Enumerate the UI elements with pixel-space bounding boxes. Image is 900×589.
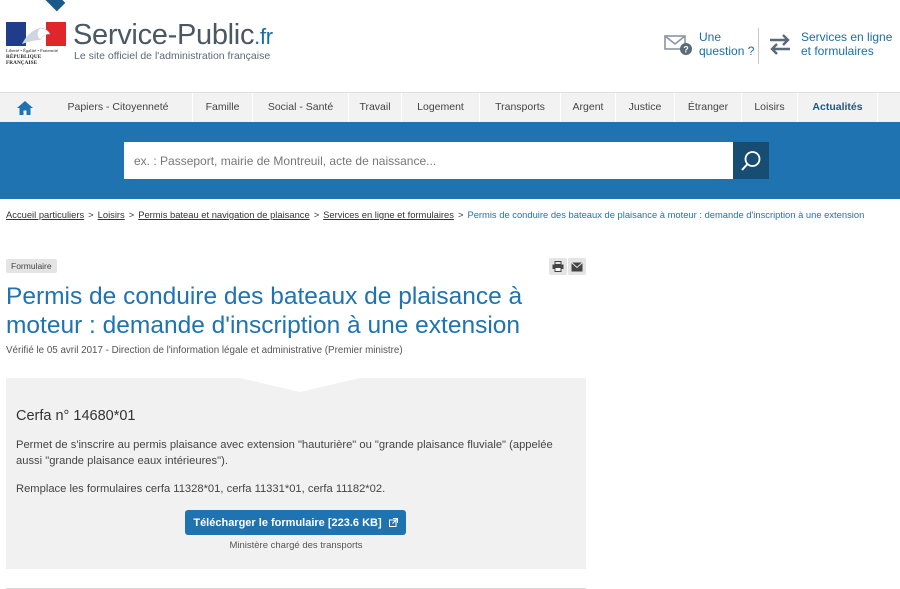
services-line1: Services en ligne <box>801 30 893 44</box>
site-name-tld: .fr <box>254 24 273 49</box>
print-button[interactable] <box>549 258 567 275</box>
breadcrumb-current: Permis de conduire des bateaux de plaisa… <box>467 209 865 220</box>
breadcrumb-link-loisirs[interactable]: Loisirs <box>98 209 125 220</box>
card-notch <box>240 378 360 392</box>
main-nav: Papiers - Citoyenneté Famille Social - S… <box>0 92 900 122</box>
search-icon <box>741 150 761 171</box>
breadcrumb-separator: > <box>88 209 94 220</box>
nav-items: Papiers - Citoyenneté Famille Social - S… <box>44 93 878 122</box>
republique-label: RÉPUBLIQUE FRANÇAISE <box>6 54 42 66</box>
email-button[interactable] <box>568 258 586 275</box>
cerfa-number: Cerfa n° 14680*01 <box>16 408 136 424</box>
nav-item-etranger[interactable]: Étranger <box>675 93 742 122</box>
services-label: Services en ligne et formulaires <box>801 30 892 58</box>
nav-item-loisirs[interactable]: Loisirs <box>742 93 798 122</box>
nav-item-argent[interactable]: Argent <box>561 93 616 122</box>
nav-item-actualites[interactable]: Actualités <box>798 93 878 122</box>
swap-arrows-icon <box>766 32 794 59</box>
flag-icon <box>6 22 66 46</box>
nav-item-logement[interactable]: Logement <box>402 93 480 122</box>
breadcrumb-link-accueil[interactable]: Accueil particuliers <box>6 209 84 220</box>
nav-item-papiers[interactable]: Papiers - Citoyenneté <box>44 93 193 122</box>
print-icon <box>552 261 564 272</box>
page-title: Permis de conduire des bateaux de plaisa… <box>6 283 523 339</box>
breadcrumb: Accueil particuliers > Loisirs > Permis bate… <box>6 209 896 220</box>
nav-item-justice[interactable]: Justice <box>616 93 675 122</box>
question-line1: Une <box>699 30 722 44</box>
site-header: Liberté • Égalité • Fraternité RÉPUBLIQU… <box>0 0 900 92</box>
breadcrumb-separator: > <box>457 209 464 220</box>
services-line2: et formulaires <box>801 44 874 58</box>
marianne-logo[interactable]: Liberté • Égalité • Fraternité RÉPUBLIQU… <box>6 22 66 66</box>
question-label: Une question ? <box>699 30 754 58</box>
breadcrumb-separator: > <box>313 209 320 220</box>
nav-item-travail[interactable]: Travail <box>349 93 402 122</box>
search-button[interactable] <box>733 142 769 179</box>
nav-item-social-sante[interactable]: Social - Santé <box>253 93 349 122</box>
home-icon <box>17 100 33 115</box>
flag-text: Liberté • Égalité • Fraternité RÉPUBLIQU… <box>6 48 68 66</box>
breadcrumb-link-services[interactable]: Services en ligne et formulaires <box>323 209 454 220</box>
site-name-main: Service-Public <box>73 19 255 51</box>
external-link-icon <box>388 518 398 527</box>
nav-item-famille[interactable]: Famille <box>193 93 253 122</box>
ministry-label: Ministère chargé des transports <box>229 540 363 551</box>
svg-text:?: ? <box>683 45 689 55</box>
download-label: Télécharger le formulaire [223.6 KB] <box>193 516 382 529</box>
verified-date: Vérifié le 05 avril 2017 - Direction de … <box>6 345 403 356</box>
breadcrumb-separator: > <box>128 209 135 220</box>
nav-home[interactable] <box>6 93 44 122</box>
formulaire-badge: Formulaire <box>6 259 57 273</box>
search-input[interactable] <box>124 142 733 179</box>
mail-icon <box>571 261 583 271</box>
form-card: Cerfa n° 14680*01 Permet de s'inscrire a… <box>6 378 586 569</box>
question-line2: question ? <box>699 44 755 58</box>
form-replaces: Remplace les formulaires cerfa 11328*01,… <box>16 483 386 495</box>
form-description: Permet de s'inscrire au permis plaisance… <box>16 439 553 467</box>
site-tagline: Le site officiel de l'administration fra… <box>74 50 271 62</box>
search-band <box>0 122 900 199</box>
nav-item-transports[interactable]: Transports <box>480 93 561 122</box>
site-name[interactable]: Service-Public.fr <box>73 19 273 52</box>
download-button[interactable]: Télécharger le formulaire [223.6 KB] <box>185 510 406 535</box>
breadcrumb-link-permis-bateau[interactable]: Permis bateau et navigation de plaisance <box>138 209 309 220</box>
envelope-question-icon: ? <box>664 32 694 59</box>
header-divider <box>758 28 759 64</box>
